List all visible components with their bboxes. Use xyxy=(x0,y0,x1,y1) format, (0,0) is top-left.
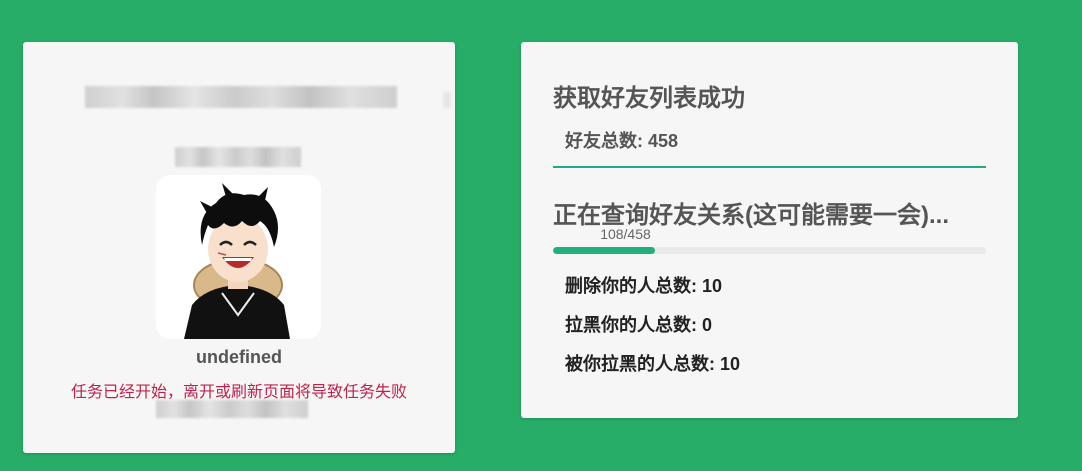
stat-blocked-you: 拉黑你的人总数: 0 xyxy=(565,315,713,335)
user-card: undefined 任务已经开始，离开或刷新页面将导致任务失败 xyxy=(23,42,455,453)
cartoon-avatar-icon xyxy=(184,183,290,339)
status-card: 获取好友列表成功 好友总数: 458 正在查询好友关系(这可能需要一会)... … xyxy=(521,42,1018,418)
stat-deleted-you: 删除你的人总数: 10 xyxy=(565,276,723,296)
task-warning: 任务已经开始，离开或刷新页面将导致任务失败 xyxy=(70,384,407,401)
redacted-title xyxy=(85,86,397,108)
avatar xyxy=(156,175,321,339)
redacted-mark xyxy=(443,92,451,108)
progress-fill xyxy=(553,247,656,254)
redacted-subtitle xyxy=(175,147,301,167)
querying-heading: 正在查询好友关系(这可能需要一会)... xyxy=(553,202,949,229)
stat-blocked-by-you: 被你拉黑的人总数: 10 xyxy=(565,354,741,374)
redacted-footer xyxy=(156,400,308,418)
progress-text: 108/458 xyxy=(600,226,651,242)
divider xyxy=(553,166,986,168)
progress-bar xyxy=(553,247,986,254)
username: undefined xyxy=(196,347,282,367)
friend-total: 好友总数: 458 xyxy=(565,131,679,151)
success-heading: 获取好友列表成功 xyxy=(553,85,745,112)
